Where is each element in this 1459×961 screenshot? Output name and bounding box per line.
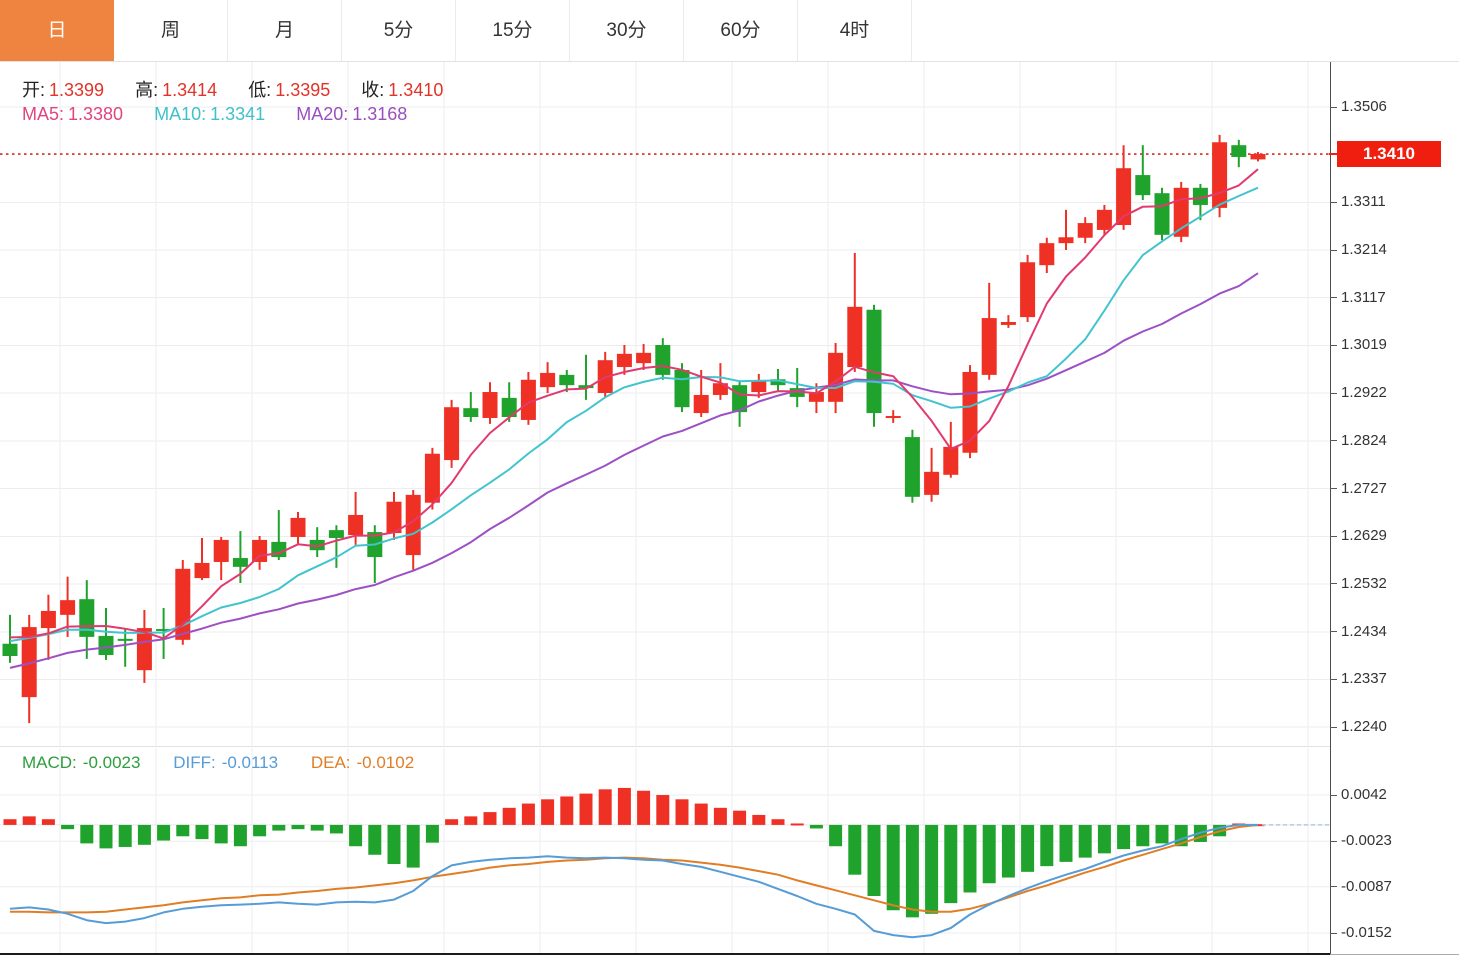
ma5-value: 1.3380 [68,104,123,125]
price-axis-label: 1.2532 [1341,575,1387,592]
macd-label: MACD: [22,753,77,773]
price-axis-label: 1.2629 [1341,527,1387,544]
price-axis-label: 1.3019 [1341,336,1387,353]
price-axis-tick [1330,536,1337,537]
price-axis-label: 1.2434 [1341,623,1387,640]
price-axis-tick [1330,727,1337,728]
price-axis-label: 1.2727 [1341,480,1387,497]
price-axis-label: 1.2922 [1341,384,1387,401]
price-axis-label: 1.2240 [1341,718,1387,735]
tab-15min[interactable]: 15分 [456,0,570,61]
macd-axis-label: -0.0152 [1341,924,1392,941]
tab-weekly[interactable]: 周 [114,0,228,61]
close-label: 收: [361,76,384,102]
price-axis-label: 1.3311 [1341,193,1386,210]
trading-chart-app: 日 周 月 5分 15分 30分 60分 4时 开:1.3399 高:1.341… [0,0,1459,961]
open-label: 开: [22,76,45,102]
macd-legend-bar: MACD: -0.0023 DIFF: -0.0113 DEA: -0.0102 [22,753,442,773]
price-axis-tick [1330,440,1337,441]
price-axis-tick [1330,488,1337,489]
ohlc-info-bar: 开:1.3399 高:1.3414 低:1.3395 收:1.3410 [22,76,469,102]
high-label: 高: [135,76,158,102]
ma10-label: MA10: [154,104,206,125]
price-axis-label: 1.2824 [1341,432,1387,449]
timeframe-tabbar: 日 周 月 5分 15分 30分 60分 4时 [0,0,1459,62]
macd-axis-label: 0.0042 [1341,786,1387,803]
price-axis-label: 1.3506 [1341,98,1387,115]
price-axis-tick [1330,107,1337,108]
low-value: 1.3395 [275,80,330,101]
diff-value: -0.0113 [222,753,278,773]
price-axis-tick [1330,393,1337,394]
macd-axis-label: -0.0023 [1341,832,1392,849]
macd-axis-label: -0.0087 [1341,878,1392,895]
macd-axis-tick [1330,933,1337,934]
dea-value: -0.0102 [357,753,415,773]
chart-bottom-border [0,953,1330,955]
price-axis-tick [1330,345,1337,346]
dea-label: DEA: [311,753,351,773]
ma10-value: 1.3341 [210,104,265,125]
price-axis-tick [1330,202,1337,203]
tab-4hour[interactable]: 4时 [798,0,912,61]
price-axis-tick [1330,631,1337,632]
tab-monthly[interactable]: 月 [228,0,342,61]
current-price-badge: 1.3410 [1337,141,1441,167]
macd-value: -0.0023 [83,753,141,773]
price-axis-tick [1330,250,1337,251]
tab-30min[interactable]: 30分 [570,0,684,61]
macd-chart[interactable] [0,748,1330,954]
macd-axis-tick [1330,841,1337,842]
price-axis-tick [1330,679,1337,680]
open-value: 1.3399 [49,80,104,101]
panel-separator [0,746,1330,747]
candlestick-chart[interactable] [0,62,1330,746]
price-axis-border-line [1330,62,1331,954]
ma-legend-bar: MA5:1.3380 MA10:1.3341 MA20:1.3168 [22,104,433,125]
tab-daily[interactable]: 日 [0,0,114,61]
ma20-label: MA20: [296,104,348,125]
low-label: 低: [248,76,271,102]
high-value: 1.3414 [162,80,217,101]
ma20-value: 1.3168 [352,104,407,125]
price-axis-label: 1.3117 [1341,289,1386,306]
close-value: 1.3410 [388,80,443,101]
price-axis-tick [1330,297,1337,298]
macd-axis-tick [1330,886,1337,887]
macd-axis-tick [1330,795,1337,796]
price-axis-label: 1.2337 [1341,670,1387,687]
axis-bottom-border [1330,954,1459,955]
price-axis-label: 1.3214 [1341,241,1387,258]
ma5-label: MA5: [22,104,64,125]
current-price-tick [1329,153,1337,155]
diff-label: DIFF: [173,753,216,773]
tab-5min[interactable]: 5分 [342,0,456,61]
tab-60min[interactable]: 60分 [684,0,798,61]
price-axis-tick [1330,583,1337,584]
